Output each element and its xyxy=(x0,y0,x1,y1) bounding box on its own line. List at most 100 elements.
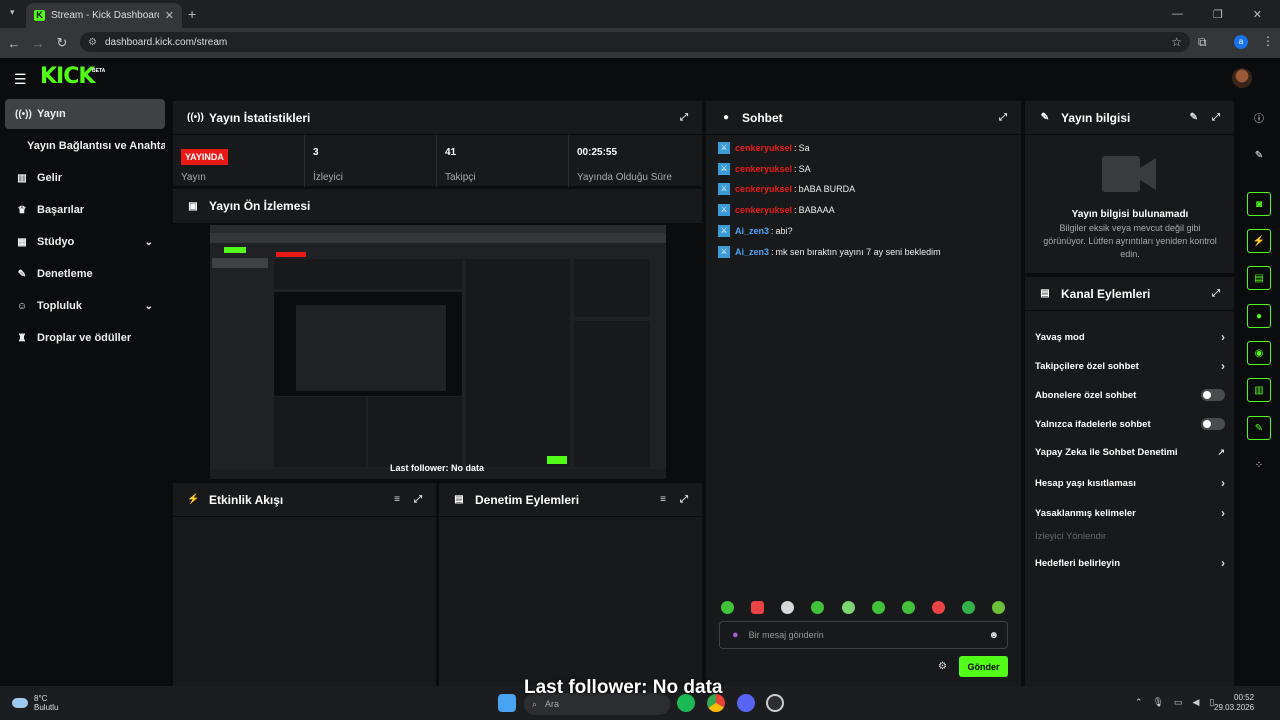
chat-message[interactable]: ⚔ cenkeryuksel: SA xyxy=(718,162,811,176)
channel-action-raid: İzleyici Yönlendir xyxy=(1035,531,1225,542)
popout-icon[interactable]: ⤢ xyxy=(414,494,422,505)
chat-username[interactable]: Ai_zen3 xyxy=(735,247,769,257)
chat-input[interactable]: ● Bir mesaj gönderin ☻ xyxy=(719,621,1008,649)
profile-icon[interactable]: a xyxy=(1234,35,1248,49)
reload-icon[interactable]: ↻ xyxy=(50,35,74,51)
emote-icon[interactable] xyxy=(751,601,764,614)
channel-action-followers-only[interactable]: Takipçilere özel sohbet › xyxy=(1035,359,1225,373)
chat-message[interactable]: ⚔ cenkeryuksel: BABAAA xyxy=(718,203,835,217)
windows-start-icon[interactable] xyxy=(498,694,516,712)
network-icon[interactable]: ▭ xyxy=(1174,697,1183,708)
sidebar-item-gelir[interactable]: ▥ Gelir xyxy=(5,163,165,193)
stat-viewers: 3 İzleyici xyxy=(305,135,437,187)
channel-action-account-age[interactable]: Hesap yaşı kısıtlaması › xyxy=(1035,476,1225,490)
microphone-icon[interactable]: ● xyxy=(732,629,739,641)
filter-icon[interactable]: ≡ xyxy=(660,494,666,505)
camera-preview-icon[interactable]: ◙ xyxy=(1247,192,1271,216)
site-info-icon[interactable]: ⚙ xyxy=(88,37,97,48)
stream-preview-video[interactable] xyxy=(210,225,666,479)
emote-icon[interactable] xyxy=(842,601,855,614)
obs-icon[interactable] xyxy=(766,694,784,712)
popout-icon[interactable]: ⤢ xyxy=(680,112,688,123)
new-tab-icon[interactable]: + xyxy=(188,6,196,22)
sidebar-item-stream-key[interactable]: Yayın Bağlantısı ve Anahtarı xyxy=(5,131,165,161)
sidebar-item-denetleme[interactable]: ✎ Denetleme xyxy=(5,259,165,289)
chevron-right-icon: › xyxy=(1221,556,1225,570)
menu-icon[interactable]: ☰ xyxy=(14,71,27,88)
chat-message[interactable]: ⚔ cenkeryuksel: bABA BURDA xyxy=(718,182,855,196)
channel-action-banned-words[interactable]: Yasaklanmış kelimeler › xyxy=(1035,506,1225,520)
send-button[interactable]: Gönder xyxy=(959,656,1008,677)
chat-username[interactable]: Ai_zen3 xyxy=(735,226,769,236)
chat-username[interactable]: cenkeryuksel xyxy=(735,143,792,153)
wrench-icon[interactable]: ✎ xyxy=(1247,416,1271,440)
taskbar-clock[interactable]: 00:52 29.03.2026 xyxy=(1214,693,1254,713)
pencil-icon[interactable]: ✎ xyxy=(1247,143,1271,167)
info-icon[interactable]: ⓘ xyxy=(1247,105,1271,129)
emote-icon[interactable] xyxy=(721,601,734,614)
popout-icon[interactable]: ⤢ xyxy=(680,494,688,505)
lightning-icon[interactable]: ⚡ xyxy=(1247,229,1271,253)
emote-icon[interactable] xyxy=(992,601,1005,614)
bookmark-star-icon[interactable]: ☆ xyxy=(1171,35,1182,49)
subscribers-only-toggle[interactable] xyxy=(1201,389,1225,401)
sidebar-item-topluluk[interactable]: ☺ Topluluk ⌄ xyxy=(5,291,165,321)
chat-username[interactable]: cenkeryuksel xyxy=(735,184,792,194)
popout-icon[interactable]: ⤢ xyxy=(1212,112,1220,123)
chat-username[interactable]: cenkeryuksel xyxy=(735,164,792,174)
sidebar-item-droplar[interactable]: ♜ Droplar ve ödüller xyxy=(5,323,165,353)
maximize-icon[interactable]: ❐ xyxy=(1213,8,1223,21)
sidebar-item-basarilar[interactable]: ♛ Başarılar xyxy=(5,195,165,225)
stream-info-empty-text: Bilgiler eksik veya mevcut değil gibi gö… xyxy=(1043,223,1217,259)
browser-tab[interactable]: K Stream - Kick Dashboard ✕ xyxy=(26,3,182,28)
emotes-only-toggle[interactable] xyxy=(1201,418,1225,430)
popout-icon[interactable]: ⤢ xyxy=(1212,288,1220,299)
moderation-actions-header: ▤ Denetim Eylemleri ≡ ⤢ xyxy=(439,483,702,517)
popout-icon[interactable]: ⤢ xyxy=(999,112,1007,123)
minimize-icon[interactable]: — xyxy=(1172,8,1183,20)
chat-bubble-icon[interactable]: ● xyxy=(1247,304,1271,328)
chevron-right-icon: › xyxy=(1221,476,1225,490)
browser-menu-icon[interactable]: ⋮ xyxy=(1262,34,1274,48)
tab-list-icon[interactable]: ▾ xyxy=(10,7,15,18)
user-avatar[interactable] xyxy=(1232,68,1252,88)
close-tab-icon[interactable]: ✕ xyxy=(165,9,174,22)
add-widget-icon[interactable]: ⁘ xyxy=(1247,453,1271,477)
microphone-icon[interactable]: 🎙 xyxy=(1153,697,1164,708)
sidebar-item-studyo[interactable]: ▦ Stüdyo ⌄ xyxy=(5,227,165,257)
chat-message[interactable]: ⚔ cenkeryuksel: Sa xyxy=(718,141,810,155)
chat-message[interactable]: ⚔ Ai_zen3: abi? xyxy=(718,224,793,238)
chevron-right-icon: › xyxy=(1221,359,1225,373)
forward-icon[interactable]: → xyxy=(26,36,50,51)
channel-action-slow-mode[interactable]: Yavaş mod › xyxy=(1035,330,1225,344)
broadcast-icon[interactable]: ◉ xyxy=(1247,341,1271,365)
channel-actions-icon[interactable]: ▥ xyxy=(1247,378,1271,402)
chat-settings-icon[interactable]: ⚙ xyxy=(938,661,947,672)
tab-title: Stream - Kick Dashboard xyxy=(51,10,159,21)
discord-icon[interactable] xyxy=(737,694,755,712)
channel-action-goals[interactable]: Hedefleri belirleyin › xyxy=(1035,556,1225,570)
extensions-icon[interactable]: ⧉ xyxy=(1198,35,1207,50)
tray-expand-icon[interactable]: ⌃ xyxy=(1135,697,1143,708)
kick-logo[interactable]: KICK xyxy=(40,64,95,89)
emote-icon[interactable] xyxy=(781,601,794,614)
back-icon[interactable]: ← xyxy=(2,36,26,51)
edit-icon[interactable]: ✎ xyxy=(1190,112,1198,123)
weather-widget[interactable]: 8°C Bulutlu xyxy=(12,694,58,712)
emote-icon[interactable] xyxy=(811,601,824,614)
chat-message[interactable]: ⚔ Ai_zen3: mk sen bıraktın yayını 7 ay s… xyxy=(718,245,941,259)
emote-icon[interactable] xyxy=(962,601,975,614)
sidebar-item-yayin[interactable]: ((•)) Yayın xyxy=(5,99,165,129)
volume-icon[interactable]: ◀ xyxy=(1193,697,1200,708)
url-input[interactable]: ⚙ dashboard.kick.com/stream ☆ xyxy=(80,32,1190,52)
close-window-icon[interactable]: ✕ xyxy=(1253,8,1262,21)
emote-icon[interactable] xyxy=(902,601,915,614)
emote-icon[interactable] xyxy=(872,601,885,614)
filter-icon[interactable]: ≡ xyxy=(394,494,400,505)
emote-icon[interactable] xyxy=(932,601,945,614)
stat-value: 00:25:55 xyxy=(577,147,618,158)
emoji-icon[interactable]: ☻ xyxy=(988,630,999,641)
document-icon[interactable]: ▤ xyxy=(1247,266,1271,290)
chat-username[interactable]: cenkeryuksel xyxy=(735,205,792,215)
channel-action-ai-moderation[interactable]: Yapay Zeka ile Sohbet Denetimi ↗ xyxy=(1035,447,1225,458)
